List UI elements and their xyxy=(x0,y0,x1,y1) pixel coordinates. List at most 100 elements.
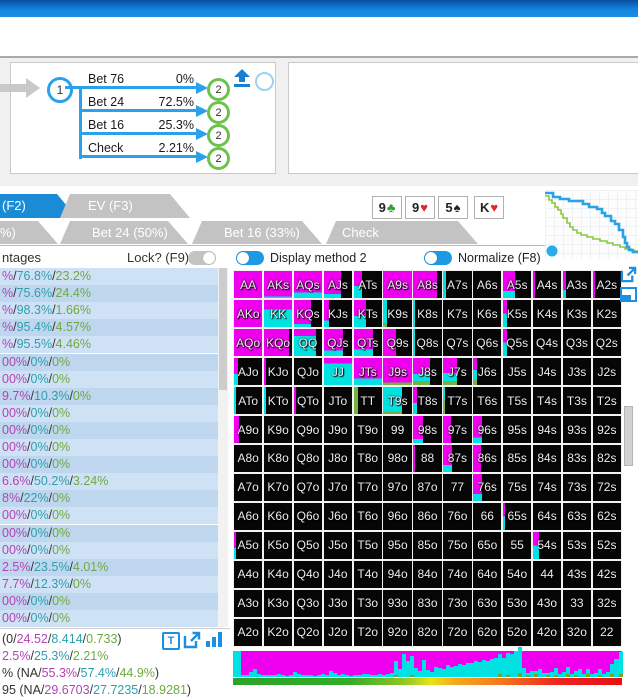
hand-cell-54o[interactable]: 54o xyxy=(502,560,532,589)
hand-cell-62o[interactable]: 62o xyxy=(473,618,502,646)
frequency-row[interactable]: 00%/0%/0% xyxy=(0,610,218,627)
hand-cell-Q7s[interactable]: Q7s xyxy=(443,328,472,357)
hand-cell-AQs[interactable]: AQs xyxy=(293,271,323,299)
hand-cell-86o[interactable]: 86o xyxy=(413,502,442,531)
hand-cell-33[interactable]: 33 xyxy=(562,589,592,618)
frequency-row[interactable]: 00%/0%/0% xyxy=(0,592,218,610)
text-view-button[interactable]: T xyxy=(162,632,180,650)
hand-cell-A8o[interactable]: A8o xyxy=(234,444,263,473)
frequency-row[interactable]: 00%/0%/0% xyxy=(0,404,218,422)
hand-cell-87o[interactable]: 87o xyxy=(413,473,442,502)
hand-cell-AJs[interactable]: AJs xyxy=(323,271,353,299)
hand-cell-93s[interactable]: 93s xyxy=(562,415,592,444)
hand-cell-55[interactable]: 55 xyxy=(502,531,532,560)
hand-cell-74s[interactable]: 74s xyxy=(532,473,562,502)
frequency-row[interactable]: 00%/0%/0% xyxy=(0,541,218,559)
hand-cell-KQo[interactable]: KQo xyxy=(263,328,293,357)
hand-cell-64s[interactable]: 64s xyxy=(532,502,562,531)
hand-cell-65o[interactable]: 65o xyxy=(473,531,502,560)
hand-cell-A5o[interactable]: A5o xyxy=(234,531,263,560)
hand-cell-Q8o[interactable]: Q8o xyxy=(293,444,323,473)
frequency-row[interactable]: 7.7%/12.3%/0% xyxy=(0,575,218,593)
hand-cell-A9s[interactable]: A9s xyxy=(383,271,412,299)
hand-cell-T6o[interactable]: T6o xyxy=(353,502,382,531)
tree-node-root[interactable]: 1 xyxy=(47,77,73,103)
hand-cell-84s[interactable]: 84s xyxy=(532,444,562,473)
hand-cell-AKo[interactable]: AKo xyxy=(234,299,263,328)
frequency-row[interactable]: 2.5%/23.5%/4.01% xyxy=(0,558,218,576)
lock-toggle[interactable] xyxy=(188,251,216,265)
normalize-toggle[interactable] xyxy=(424,251,452,265)
hand-cell-32o[interactable]: 32o xyxy=(562,618,592,646)
hand-cell-44[interactable]: 44 xyxy=(532,560,562,589)
tab-check[interactable]: Check xyxy=(326,221,478,244)
hand-cell-75s[interactable]: 75s xyxy=(502,473,532,502)
hand-cell-K9o[interactable]: K9o xyxy=(263,415,293,444)
tree-node-child[interactable]: 2 xyxy=(207,147,230,170)
hand-cell-A2o[interactable]: A2o xyxy=(234,618,263,646)
hand-cell-Q4s[interactable]: Q4s xyxy=(532,328,562,357)
hand-cell-72o[interactable]: 72o xyxy=(443,618,472,646)
hand-cell-T3o[interactable]: T3o xyxy=(353,589,382,618)
hand-cell-A3s[interactable]: A3s xyxy=(562,271,592,299)
hand-cell-95o[interactable]: 95o xyxy=(383,531,412,560)
hand-cell-53o[interactable]: 53o xyxy=(502,589,532,618)
hand-cell-J7o[interactable]: J7o xyxy=(323,473,353,502)
hand-cell-Q2s[interactable]: Q2s xyxy=(592,328,621,357)
hand-cell-85s[interactable]: 85s xyxy=(502,444,532,473)
hand-cell-Q9o[interactable]: Q9o xyxy=(293,415,323,444)
hand-cell-82s[interactable]: 82s xyxy=(592,444,621,473)
frequency-row[interactable]: %/75.6%/24.4% xyxy=(0,285,218,303)
frequency-row[interactable]: 00%/0%/0% xyxy=(0,370,218,388)
hand-cell-Q2o[interactable]: Q2o xyxy=(293,618,323,646)
hand-cell-T9o[interactable]: T9o xyxy=(353,415,382,444)
hand-cell-J9s[interactable]: J9s xyxy=(383,357,412,386)
hand-cell-T3s[interactable]: T3s xyxy=(562,386,592,415)
hand-cell-T6s[interactable]: T6s xyxy=(473,386,502,415)
hand-cell-AKs[interactable]: AKs xyxy=(263,271,293,299)
hand-cell-54s[interactable]: 54s xyxy=(532,531,562,560)
hand-cell-76s[interactable]: 76s xyxy=(473,473,502,502)
hand-cell-Q6o[interactable]: Q6o xyxy=(293,502,323,531)
hand-cell-JTo[interactable]: JTo xyxy=(323,386,353,415)
hand-cell-J8s[interactable]: J8s xyxy=(413,357,442,386)
hand-cell-T2o[interactable]: T2o xyxy=(353,618,382,646)
board-card[interactable]: 9 ♥ xyxy=(405,196,435,219)
tab-bet76[interactable]: %) xyxy=(0,221,58,244)
chart-view-icon[interactable] xyxy=(206,632,222,647)
tree-node-child[interactable]: 2 xyxy=(207,78,230,101)
hand-cell-94s[interactable]: 94s xyxy=(532,415,562,444)
hand-cell-87s[interactable]: 87s xyxy=(443,444,472,473)
hand-cell-A4o[interactable]: A4o xyxy=(234,560,263,589)
hand-cell-Q5s[interactable]: Q5s xyxy=(502,328,532,357)
hand-cell-KK[interactable]: KK xyxy=(263,299,293,328)
hand-cell-76o[interactable]: 76o xyxy=(443,502,472,531)
hand-cell-J4o[interactable]: J4o xyxy=(323,560,353,589)
hand-cell-T7s[interactable]: T7s xyxy=(443,386,472,415)
tab-bet24[interactable]: Bet 24 (50%) xyxy=(60,221,188,244)
hand-cell-J5o[interactable]: J5o xyxy=(323,531,353,560)
hand-cell-J3s[interactable]: J3s xyxy=(562,357,592,386)
hand-cell-Q9s[interactable]: Q9s xyxy=(383,328,412,357)
hand-cell-97s[interactable]: 97s xyxy=(443,415,472,444)
hand-cell-63o[interactable]: 63o xyxy=(473,589,502,618)
hand-cell-K3s[interactable]: K3s xyxy=(562,299,592,328)
hand-cell-TT[interactable]: TT xyxy=(353,386,382,415)
hand-cell-73o[interactable]: 73o xyxy=(443,589,472,618)
hand-cell-42o[interactable]: 42o xyxy=(532,618,562,646)
hand-cell-T7o[interactable]: T7o xyxy=(353,473,382,502)
tree-node-child[interactable]: 2 xyxy=(207,124,230,147)
hand-cell-99[interactable]: 99 xyxy=(383,415,412,444)
pop-out-matrix-icon[interactable] xyxy=(620,266,637,283)
hand-cell-K9s[interactable]: K9s xyxy=(383,299,412,328)
hand-cell-75o[interactable]: 75o xyxy=(443,531,472,560)
equity-graph[interactable] xyxy=(545,190,638,259)
hand-cell-63s[interactable]: 63s xyxy=(562,502,592,531)
hand-cell-Q3s[interactable]: Q3s xyxy=(562,328,592,357)
hand-cell-QQ[interactable]: QQ xyxy=(293,328,323,357)
dock-panel-icon[interactable] xyxy=(620,287,637,302)
hand-cell-Q4o[interactable]: Q4o xyxy=(293,560,323,589)
hand-cell-A6s[interactable]: A6s xyxy=(473,271,502,299)
hand-cell-52o[interactable]: 52o xyxy=(502,618,532,646)
hand-cell-Q7o[interactable]: Q7o xyxy=(293,473,323,502)
